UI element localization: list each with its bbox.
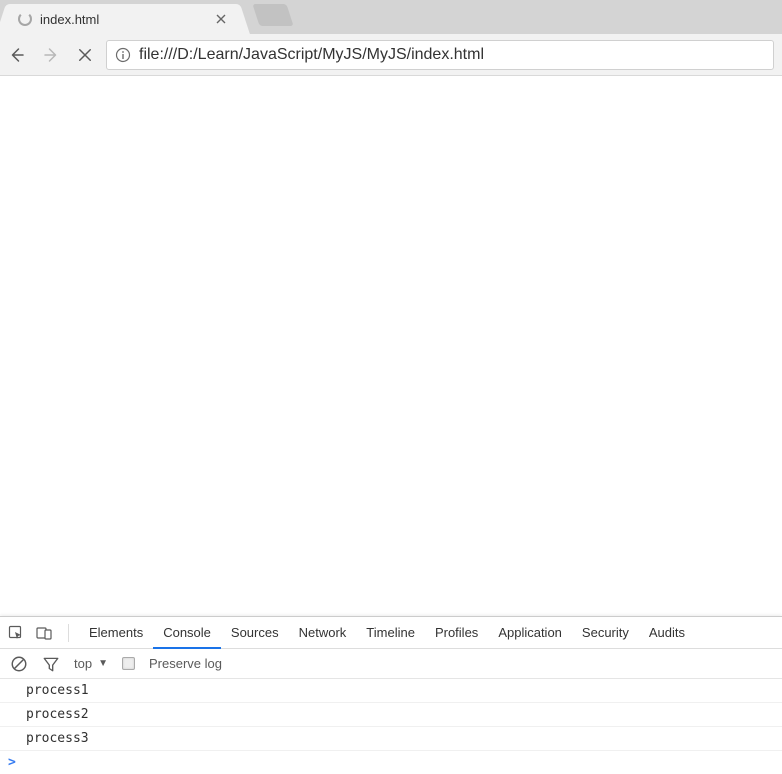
devtools-tab-profiles[interactable]: Profiles <box>425 617 488 649</box>
arrow-right-icon <box>42 46 60 64</box>
close-tab-button[interactable] <box>214 12 228 26</box>
preserve-log-label: Preserve log <box>149 656 222 671</box>
stop-reload-button[interactable] <box>76 46 94 64</box>
console-prompt[interactable]: > <box>0 751 782 774</box>
preserve-log-checkbox[interactable] <box>122 657 135 670</box>
device-toolbar-button[interactable] <box>34 623 54 643</box>
forward-button[interactable] <box>42 46 60 64</box>
clear-console-button[interactable] <box>10 655 28 673</box>
devtools-tab-console[interactable]: Console <box>153 617 221 649</box>
inspect-icon <box>8 625 24 641</box>
console-toolbar: top ▼ Preserve log <box>0 649 782 679</box>
back-button[interactable] <box>8 46 26 64</box>
devtools-panel: ElementsConsoleSourcesNetworkTimelinePro… <box>0 616 782 774</box>
inspect-element-button[interactable] <box>6 623 26 643</box>
info-icon <box>115 47 131 63</box>
nav-buttons <box>8 46 94 64</box>
browser-tab[interactable]: index.html <box>8 4 238 34</box>
close-icon <box>76 46 94 64</box>
console-row: process2 <box>0 703 782 727</box>
console-row: process3 <box>0 727 782 751</box>
separator <box>68 624 69 642</box>
console-row: process1 <box>0 679 782 703</box>
url-text: file:///D:/Learn/JavaScript/MyJS/MyJS/in… <box>139 46 765 64</box>
address-bar[interactable]: file:///D:/Learn/JavaScript/MyJS/MyJS/in… <box>106 40 774 70</box>
device-icon <box>36 625 52 641</box>
devtools-tabbar: ElementsConsoleSourcesNetworkTimelinePro… <box>0 617 782 649</box>
devtools-tab-security[interactable]: Security <box>572 617 639 649</box>
filter-button[interactable] <box>42 655 60 673</box>
devtools-tab-timeline[interactable]: Timeline <box>356 617 425 649</box>
devtools-tab-application[interactable]: Application <box>488 617 572 649</box>
clear-icon <box>10 655 28 673</box>
devtools-tab-network[interactable]: Network <box>289 617 357 649</box>
close-icon <box>216 14 226 24</box>
devtools-tab-sources[interactable]: Sources <box>221 617 289 649</box>
devtools-tab-audits[interactable]: Audits <box>639 617 695 649</box>
tab-title: index.html <box>40 12 214 27</box>
site-info-button[interactable] <box>115 47 131 63</box>
context-selector[interactable]: top ▼ <box>74 656 108 671</box>
new-tab-button[interactable] <box>252 4 293 26</box>
context-label: top <box>74 656 92 671</box>
loading-spinner-icon <box>18 12 32 26</box>
page-viewport <box>0 76 782 616</box>
browser-toolbar: file:///D:/Learn/JavaScript/MyJS/MyJS/in… <box>0 34 782 76</box>
tab-strip: index.html <box>0 0 782 34</box>
filter-icon <box>42 655 60 673</box>
devtools-tab-elements[interactable]: Elements <box>79 617 153 649</box>
console-output: process1process2process3 > <box>0 679 782 774</box>
chevron-down-icon: ▼ <box>98 658 108 669</box>
arrow-left-icon <box>8 46 26 64</box>
